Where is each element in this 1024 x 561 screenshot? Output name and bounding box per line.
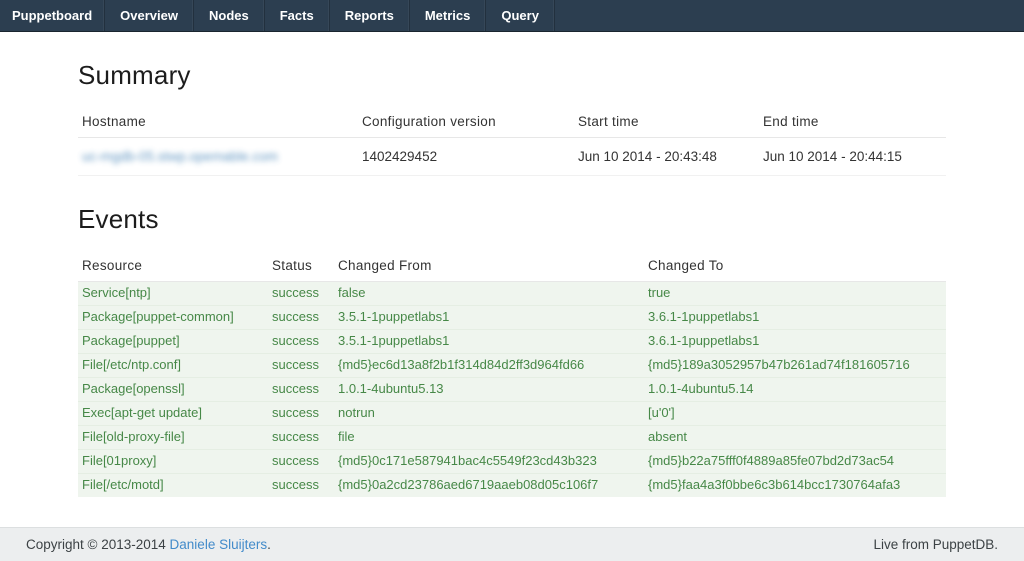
event-resource: File[/etc/motd] xyxy=(78,474,268,498)
event-changed-to: absent xyxy=(644,426,946,450)
nav-item-overview[interactable]: Overview xyxy=(105,0,194,31)
event-status: success xyxy=(268,450,334,474)
table-row: Package[puppet-common] success 3.5.1-1pu… xyxy=(78,306,946,330)
events-col-status: Status xyxy=(268,249,334,282)
navbar-brand-puppetboard[interactable]: Puppetboard xyxy=(0,0,105,31)
navbar: Puppetboard Overview Nodes Facts Reports… xyxy=(0,0,1024,32)
event-changed-from: 1.0.1-4ubuntu5.13 xyxy=(334,378,644,402)
copyright-text: Copyright © 2013-2014 Daniele Sluijters. xyxy=(26,537,271,552)
summary-row: uc-mgdb-05.stwp.opemable.com 1402429452 … xyxy=(78,138,946,176)
table-row: File[/etc/ntp.conf] success {md5}ec6d13a… xyxy=(78,354,946,378)
summary-col-start-time: Start time xyxy=(574,105,759,138)
hostname-link-redacted[interactable]: uc-mgdb-05.stwp.opemable.com xyxy=(82,149,278,164)
event-changed-from: notrun xyxy=(334,402,644,426)
nav-item-facts[interactable]: Facts xyxy=(265,0,330,31)
event-changed-to: 1.0.1-4ubuntu5.14 xyxy=(644,378,946,402)
event-changed-from: {md5}ec6d13a8f2b1f314d84d2ff3d964fd66 xyxy=(334,354,644,378)
summary-col-end-time: End time xyxy=(759,105,946,138)
event-changed-to: {md5}189a3052957b47b261ad74f181605716 xyxy=(644,354,946,378)
summary-heading: Summary xyxy=(78,60,946,91)
event-changed-to: {md5}faa4a3f0bbe6c3b614bcc1730764afa3 xyxy=(644,474,946,498)
table-row: File[01proxy] success {md5}0c171e587941b… xyxy=(78,450,946,474)
nav-item-metrics[interactable]: Metrics xyxy=(410,0,487,31)
event-resource: Package[openssl] xyxy=(78,378,268,402)
nav-item-reports[interactable]: Reports xyxy=(330,0,410,31)
event-changed-from: false xyxy=(334,282,644,306)
table-row: Service[ntp] success false true xyxy=(78,282,946,306)
event-changed-to: 3.6.1-1puppetlabs1 xyxy=(644,330,946,354)
end-time-value: Jun 10 2014 - 20:44:15 xyxy=(759,138,946,176)
event-status: success xyxy=(268,282,334,306)
event-resource: Service[ntp] xyxy=(78,282,268,306)
event-changed-to: {md5}b22a75fff0f4889a85fe07bd2d73ac54 xyxy=(644,450,946,474)
events-table: Resource Status Changed From Changed To … xyxy=(78,249,946,497)
table-row: Package[puppet] success 3.5.1-1puppetlab… xyxy=(78,330,946,354)
table-row: File[old-proxy-file] success file absent xyxy=(78,426,946,450)
author-link[interactable]: Daniele Sluijters xyxy=(170,537,268,552)
event-changed-to: true xyxy=(644,282,946,306)
event-changed-from: 3.5.1-1puppetlabs1 xyxy=(334,306,644,330)
nav-item-query[interactable]: Query xyxy=(486,0,555,31)
event-changed-from: 3.5.1-1puppetlabs1 xyxy=(334,330,644,354)
event-resource: File[old-proxy-file] xyxy=(78,426,268,450)
event-changed-from: file xyxy=(334,426,644,450)
footer: Copyright © 2013-2014 Daniele Sluijters.… xyxy=(0,527,1024,561)
summary-col-configuration-version: Configuration version xyxy=(358,105,574,138)
event-changed-to: 3.6.1-1puppetlabs1 xyxy=(644,306,946,330)
live-from-puppetdb-text: Live from PuppetDB. xyxy=(873,537,998,552)
main-content: Summary Hostname Configuration version S… xyxy=(0,32,1024,527)
configuration-version-value: 1402429452 xyxy=(358,138,574,176)
events-heading: Events xyxy=(78,204,946,235)
event-changed-from: {md5}0c171e587941bac4c5549f23cd43b323 xyxy=(334,450,644,474)
event-status: success xyxy=(268,330,334,354)
event-status: success xyxy=(268,402,334,426)
summary-table: Hostname Configuration version Start tim… xyxy=(78,105,946,176)
nav-item-nodes[interactable]: Nodes xyxy=(194,0,265,31)
event-resource: File[/etc/ntp.conf] xyxy=(78,354,268,378)
events-col-changed-from: Changed From xyxy=(334,249,644,282)
event-resource: Package[puppet-common] xyxy=(78,306,268,330)
events-col-resource: Resource xyxy=(78,249,268,282)
event-status: success xyxy=(268,474,334,498)
event-status: success xyxy=(268,354,334,378)
event-changed-to: [u'0'] xyxy=(644,402,946,426)
event-resource: Package[puppet] xyxy=(78,330,268,354)
event-resource: File[01proxy] xyxy=(78,450,268,474)
event-status: success xyxy=(268,426,334,450)
table-row: Package[openssl] success 1.0.1-4ubuntu5.… xyxy=(78,378,946,402)
table-row: File[/etc/motd] success {md5}0a2cd23786a… xyxy=(78,474,946,498)
events-col-changed-to: Changed To xyxy=(644,249,946,282)
event-changed-from: {md5}0a2cd23786aed6719aaeb08d05c106f7 xyxy=(334,474,644,498)
event-status: success xyxy=(268,378,334,402)
start-time-value: Jun 10 2014 - 20:43:48 xyxy=(574,138,759,176)
table-row: Exec[apt-get update] success notrun [u'0… xyxy=(78,402,946,426)
event-resource: Exec[apt-get update] xyxy=(78,402,268,426)
summary-col-hostname: Hostname xyxy=(78,105,358,138)
event-status: success xyxy=(268,306,334,330)
